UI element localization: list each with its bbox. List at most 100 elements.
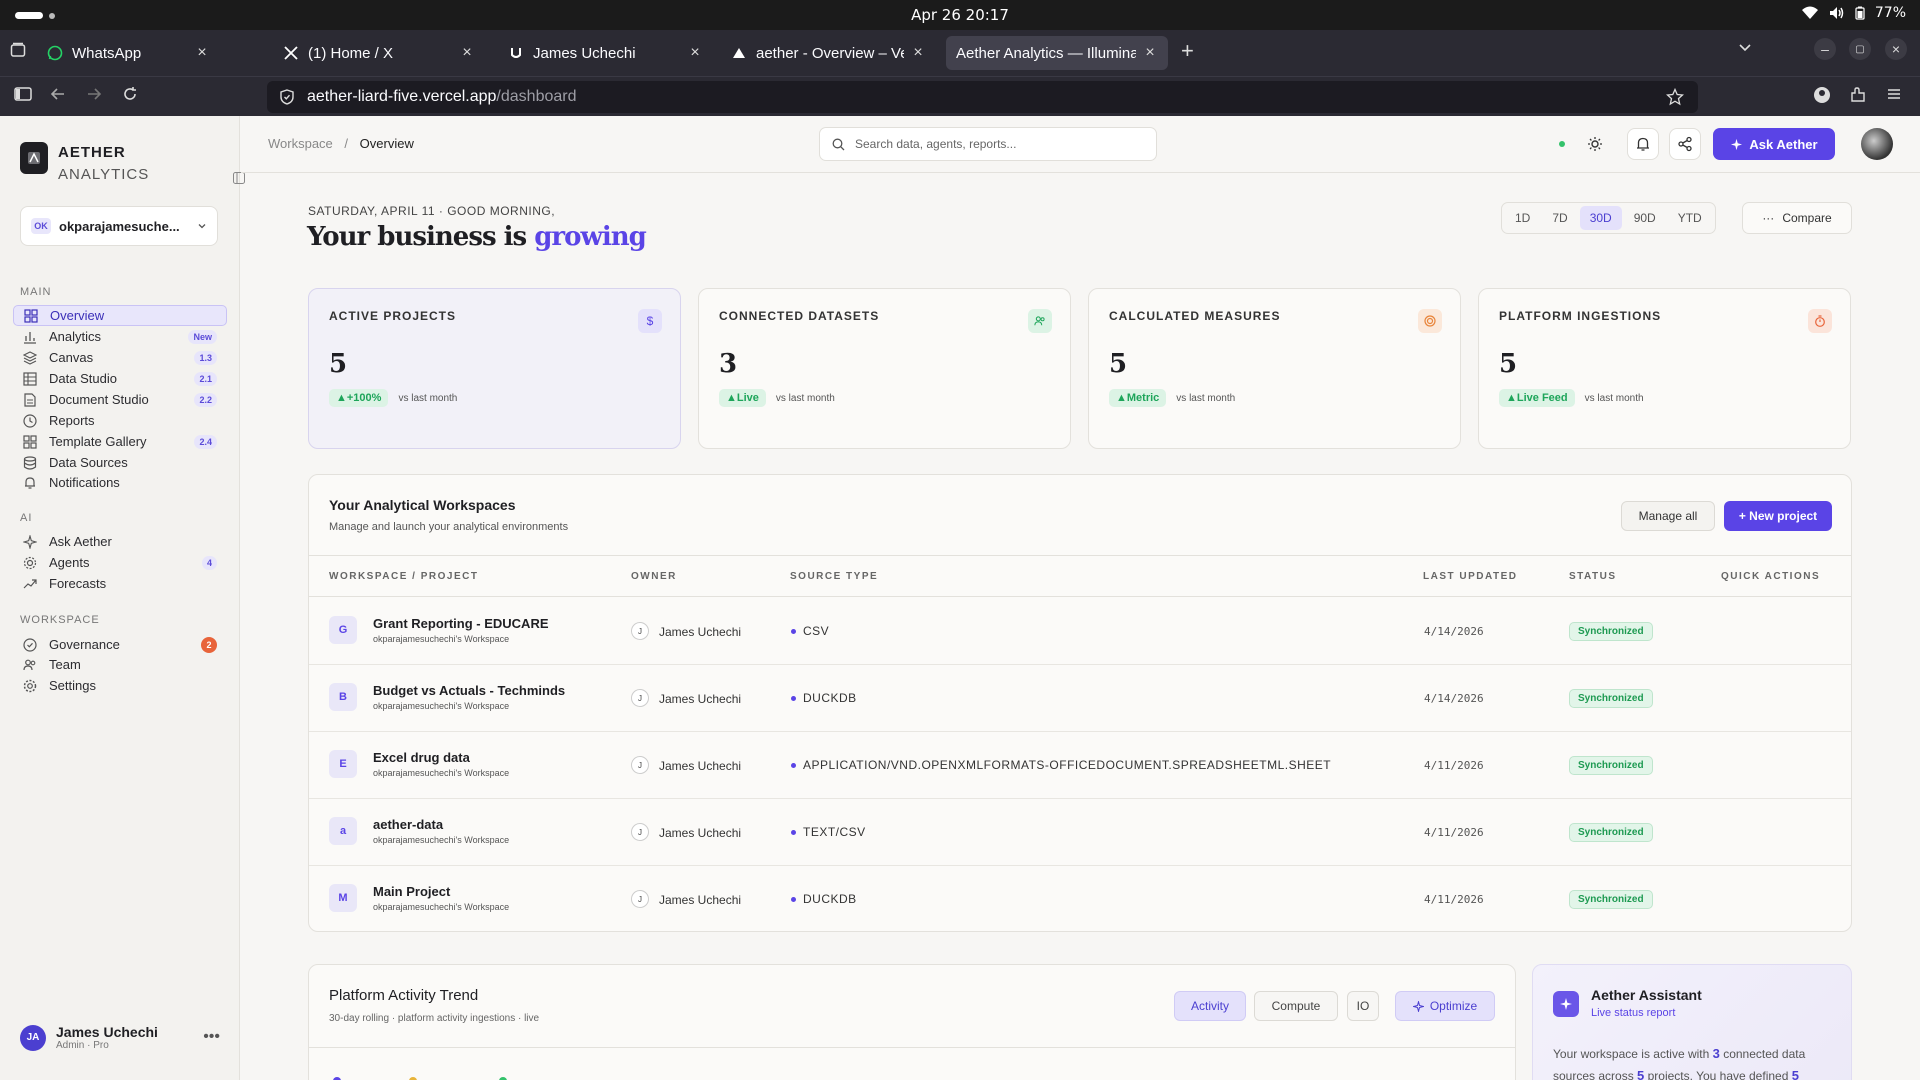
sidebar-item-label: Agents (49, 555, 90, 570)
column-header: STATUS (1569, 571, 1617, 582)
breadcrumb-root[interactable]: Workspace (268, 136, 333, 151)
collapse-sidebar-icon[interactable] (233, 172, 245, 184)
range-30d[interactable]: 30D (1579, 206, 1622, 230)
forward-icon[interactable] (86, 86, 102, 102)
sidebar-item-team[interactable]: Team (13, 654, 227, 675)
share-icon[interactable] (1669, 128, 1701, 160)
sidebar-item-agents[interactable]: Agents 4 (13, 552, 227, 573)
chevron-down-icon[interactable] (1738, 40, 1752, 54)
project-name[interactable]: Main Project (373, 884, 450, 899)
tab-whatsapp[interactable]: WhatsApp × (36, 36, 220, 70)
window-close-icon[interactable]: × (1885, 38, 1907, 60)
bookmark-star-icon[interactable] (1666, 88, 1684, 106)
kpi-card-calculated-measures[interactable]: CALCULATED MEASURES 5 ▲Metric vs last mo… (1088, 288, 1461, 449)
url-host: aether-liard-five.vercel.app (307, 88, 497, 105)
sidebar-item-data-sources[interactable]: Data Sources (13, 452, 227, 473)
optimize-button[interactable]: Optimize (1395, 991, 1495, 1021)
user-name: James Uchechi (56, 1024, 158, 1040)
kpi-card-connected-datasets[interactable]: CONNECTED DATASETS 3 ▲Live vs last month (698, 288, 1071, 449)
vercel-icon (730, 44, 748, 62)
ask-aether-button[interactable]: Ask Aether (1713, 128, 1835, 160)
sidebar-toggle-icon[interactable] (14, 86, 32, 102)
sidebar-item-overview[interactable]: Overview (13, 305, 227, 326)
kpi-card-platform-ingestions[interactable]: PLATFORM INGESTIONS 5 ▲Live Feed vs last… (1478, 288, 1851, 449)
assistant-title: Aether Assistant (1591, 987, 1702, 1003)
kpi-card-active-projects[interactable]: ACTIVE PROJECTS $ 5 ▲+100% vs last month (308, 288, 681, 449)
range-1d[interactable]: 1D (1505, 206, 1540, 230)
sidebar-item-forecasts[interactable]: Forecasts (13, 573, 227, 594)
sidebar-item-label: Analytics (49, 329, 102, 344)
project-workspace: okparajamesuchechi's Workspace (373, 835, 510, 845)
sidebar-item-ask-aether[interactable]: Ask Aether (13, 531, 227, 552)
tab-overview-icon[interactable] (10, 42, 26, 58)
tab-activity[interactable]: Activity (1174, 991, 1246, 1021)
sparkle-icon (1730, 138, 1743, 151)
sidebar-item-notifications[interactable]: Notifications (13, 472, 227, 493)
tab-x-home[interactable]: (1) Home / X × (272, 36, 485, 70)
project-name[interactable]: Budget vs Actuals - Techminds (373, 683, 565, 698)
sidebar-item-canvas[interactable]: Canvas 1.3 (13, 347, 227, 368)
tab-compute[interactable]: Compute (1254, 991, 1338, 1021)
address-bar[interactable]: aether-liard-five.vercel.app/dashboard (267, 81, 1698, 113)
sidebar-item-reports[interactable]: Reports (13, 410, 227, 431)
notifications-bell-icon[interactable] (1627, 128, 1659, 160)
range-90d[interactable]: 90D (1624, 206, 1666, 230)
table-row[interactable]: M Main Project okparajamesuchechi's Work… (309, 866, 1851, 931)
brand[interactable]: AETHER ANALYTICS (20, 142, 149, 186)
tab-james-uchechi[interactable]: James Uchechi × (497, 36, 713, 70)
table-row[interactable]: a aether-data okparajamesuchechi's Works… (309, 799, 1851, 866)
reload-icon[interactable] (122, 86, 138, 102)
table-row[interactable]: E Excel drug data okparajamesuchechi's W… (309, 732, 1851, 799)
more-icon[interactable]: ••• (203, 1028, 220, 1046)
back-icon[interactable] (50, 86, 66, 102)
system-tray[interactable]: 77% (1801, 5, 1906, 21)
sidebar-item-data-studio[interactable]: Data Studio 2.1 (13, 368, 227, 389)
tab-vercel[interactable]: aether - Overview – Vercel × (720, 36, 936, 70)
dollar-icon: $ (638, 309, 662, 333)
compare-button[interactable]: ··· Compare (1742, 202, 1852, 234)
settings-icon (23, 679, 37, 693)
user-card[interactable]: JA James Uchechi Admin · Pro ••• (20, 1024, 220, 1051)
project-name[interactable]: aether-data (373, 817, 443, 832)
sidebar-item-governance[interactable]: Governance 2 (13, 634, 227, 655)
sidebar-item-settings[interactable]: Settings (13, 675, 227, 696)
sidebar-item-template-gallery[interactable]: Template Gallery 2.4 (13, 431, 227, 452)
theme-toggle-sun-icon[interactable] (1579, 128, 1611, 160)
shield-check-icon (23, 637, 37, 652)
tab-close-button[interactable]: × (910, 44, 926, 62)
column-header: OWNER (631, 571, 677, 582)
tab-close-button[interactable]: × (1142, 44, 1158, 62)
tab-aether-analytics[interactable]: Aether Analytics — Illuminate × (946, 36, 1168, 70)
table-row[interactable]: B Budget vs Actuals - Techminds okparaja… (309, 665, 1851, 732)
site-info-icon[interactable] (279, 89, 295, 105)
maximize-icon[interactable]: ▢ (1849, 38, 1871, 60)
tab-close-button[interactable]: × (687, 44, 703, 62)
range-7d[interactable]: 7D (1542, 206, 1577, 230)
search-input[interactable]: Search data, agents, reports... (819, 127, 1157, 161)
assistant-subtitle[interactable]: Live status report (1591, 1007, 1675, 1019)
browser-tab-strip: WhatsApp × (1) Home / X × James Uchechi … (0, 30, 1920, 76)
new-tab-icon[interactable]: + (1181, 38, 1194, 64)
tab-close-button[interactable]: × (459, 44, 475, 62)
new-project-button[interactable]: + New project (1724, 501, 1832, 531)
account-icon[interactable] (1813, 86, 1831, 104)
table-row[interactable]: G Grant Reporting - EDUCARE okparajamesu… (309, 598, 1851, 665)
menu-icon[interactable] (1886, 86, 1902, 102)
org-selector[interactable]: OK okparajamesuche... (20, 206, 218, 246)
extensions-icon[interactable] (1849, 86, 1867, 104)
tab-close-button[interactable]: × (194, 44, 210, 62)
project-name[interactable]: Grant Reporting - EDUCARE (373, 616, 549, 631)
owner-name: James Uchechi (659, 826, 742, 840)
aether-app: AETHER ANALYTICS OK okparajamesuche... M… (0, 116, 1920, 1080)
range-ytd[interactable]: YTD (1668, 206, 1712, 230)
os-clock[interactable]: Apr 26 20:17 (0, 6, 1920, 24)
minimize-icon[interactable]: – (1814, 38, 1836, 60)
tab-io[interactable]: IO (1347, 991, 1379, 1021)
profile-avatar[interactable] (1861, 128, 1893, 160)
manage-all-button[interactable]: Manage all (1621, 501, 1715, 531)
sidebar-item-analytics[interactable]: Analytics New (13, 326, 227, 347)
project-name[interactable]: Excel drug data (373, 750, 470, 765)
kpi-delta: ▲Metric (1109, 389, 1167, 407)
assistant-text: projects. You have defined (1644, 1069, 1792, 1080)
sidebar-item-document-studio[interactable]: Document Studio 2.2 (13, 389, 227, 410)
